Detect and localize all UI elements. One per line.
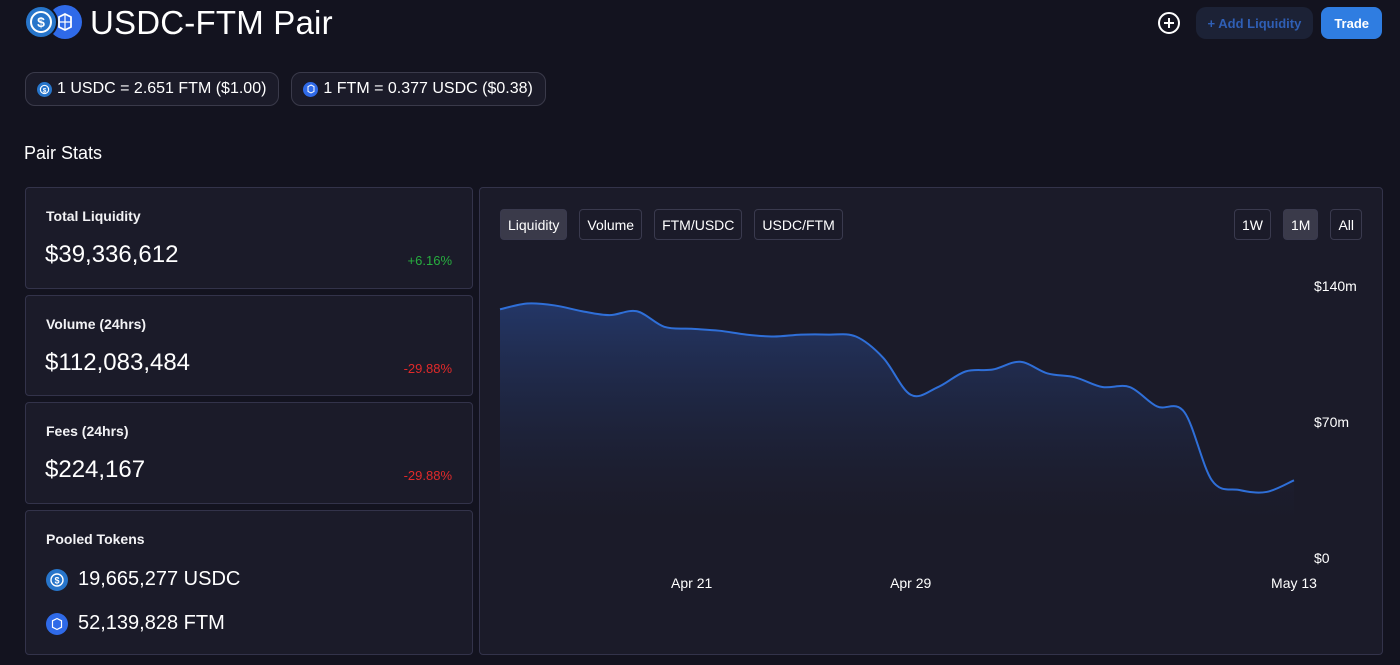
y-tick-label: $0 (1314, 550, 1330, 566)
data-point[interactable] (854, 335, 858, 339)
data-point[interactable] (1237, 488, 1241, 492)
volume-change: -29.88% (403, 361, 452, 376)
liquidity-chart: $0 $70m $140m Apr 21 Apr 29 May 13 (498, 278, 1357, 591)
usdc-token-icon: $ (24, 5, 58, 39)
pooled-tokens-card: Pooled Tokens $ 19,665,277 USDC 52,139,8… (25, 510, 473, 655)
add-circle-icon[interactable] (1157, 12, 1180, 34)
pooled-usdc-amount: 19,665,277 USDC (78, 568, 241, 590)
trade-button[interactable]: Trade (1321, 7, 1382, 39)
data-point[interactable] (1292, 478, 1296, 482)
data-point[interactable] (909, 393, 913, 397)
volume-value: $112,083,484 (45, 349, 191, 376)
header-actions: + Add Liquidity Trade (1157, 7, 1382, 39)
svg-text:$: $ (43, 87, 47, 94)
x-tick-label: May 13 (1271, 575, 1317, 591)
ftm-price-pill[interactable]: 1 FTM = 0.377 USDC ($0.38) (291, 72, 546, 106)
fees-card: Fees (24hrs) $224,167 -29.88% (25, 402, 473, 504)
data-point[interactable] (799, 333, 803, 337)
data-point[interactable] (1182, 410, 1186, 414)
ftm-token-icon (46, 612, 68, 635)
data-point[interactable] (1046, 371, 1050, 375)
pooled-ftm-row: 52,139,828 FTM (46, 612, 225, 635)
data-point[interactable] (991, 368, 995, 372)
data-point[interactable] (744, 333, 748, 337)
fees-label: Fees (24hrs) (46, 423, 129, 439)
price-row: $ 1 USDC = 2.651 FTM ($1.00) 1 FTM = 0.3… (25, 72, 546, 106)
data-point[interactable] (1265, 490, 1269, 494)
data-point[interactable] (827, 333, 831, 337)
page-title: USDC-FTM Pair (90, 4, 333, 41)
data-point[interactable] (1100, 385, 1104, 389)
pooled-ftm-amount: 52,139,828 FTM (78, 612, 225, 634)
data-point[interactable] (608, 313, 612, 317)
y-tick-label: $140m (1314, 278, 1357, 294)
x-tick-label: Apr 29 (890, 575, 931, 591)
svg-text:$: $ (54, 575, 59, 585)
total-liquidity-label: Total Liquidity (46, 208, 141, 224)
data-point[interactable] (1073, 375, 1077, 379)
data-point[interactable] (772, 335, 776, 339)
data-point[interactable] (881, 356, 885, 360)
volume-label: Volume (24hrs) (46, 316, 147, 332)
pair-stats-title: Pair Stats (24, 143, 103, 163)
liquidity-area (500, 303, 1294, 518)
token-pair-icons: $ (24, 5, 82, 41)
usdc-token-icon: $ (46, 568, 68, 591)
ftm-rate-text: 1 FTM = 0.377 USDC ($0.38) (323, 80, 533, 97)
data-point[interactable] (525, 301, 529, 305)
data-point[interactable] (635, 309, 639, 313)
data-point[interactable] (1210, 478, 1214, 482)
fees-change: -29.88% (403, 468, 452, 483)
chart-card: Liquidity Volume FTM/USDC USDC/FTM 1W 1M All … (479, 187, 1383, 655)
total-liquidity-value: $39,336,612 (45, 241, 179, 268)
data-point[interactable] (1155, 404, 1159, 408)
usdc-price-pill[interactable]: $ 1 USDC = 2.651 FTM ($1.00) (25, 72, 280, 106)
pooled-tokens-label: Pooled Tokens (46, 531, 145, 547)
data-point[interactable] (1128, 385, 1132, 389)
svg-text:$: $ (37, 14, 45, 30)
data-point[interactable] (936, 385, 940, 389)
data-point[interactable] (580, 309, 584, 313)
data-point[interactable] (717, 329, 721, 333)
total-liquidity-card: Total Liquidity $39,336,612 +6.16% (25, 187, 473, 289)
usdc-rate-text: 1 USDC = 2.651 FTM ($1.00) (57, 80, 267, 97)
y-tick-label: $70m (1314, 414, 1349, 430)
pooled-usdc-row: $ 19,665,277 USDC (46, 568, 240, 591)
usdc-token-icon: $ (37, 81, 52, 97)
ftm-token-icon (303, 81, 319, 97)
data-point[interactable] (662, 325, 666, 329)
page-header: $ USDC-FTM Pair (24, 4, 333, 42)
fees-value: $224,167 (45, 456, 146, 483)
x-tick-label: Apr 21 (671, 575, 712, 591)
data-point[interactable] (963, 369, 967, 373)
volume-card: Volume (24hrs) $112,083,484 -29.88% (25, 295, 473, 396)
data-point[interactable] (498, 307, 502, 311)
total-liquidity-change: +6.16% (407, 253, 452, 268)
add-liquidity-button[interactable]: + Add Liquidity (1195, 7, 1314, 39)
data-point[interactable] (1018, 360, 1022, 364)
data-point[interactable] (553, 303, 557, 307)
data-point[interactable] (690, 327, 694, 331)
